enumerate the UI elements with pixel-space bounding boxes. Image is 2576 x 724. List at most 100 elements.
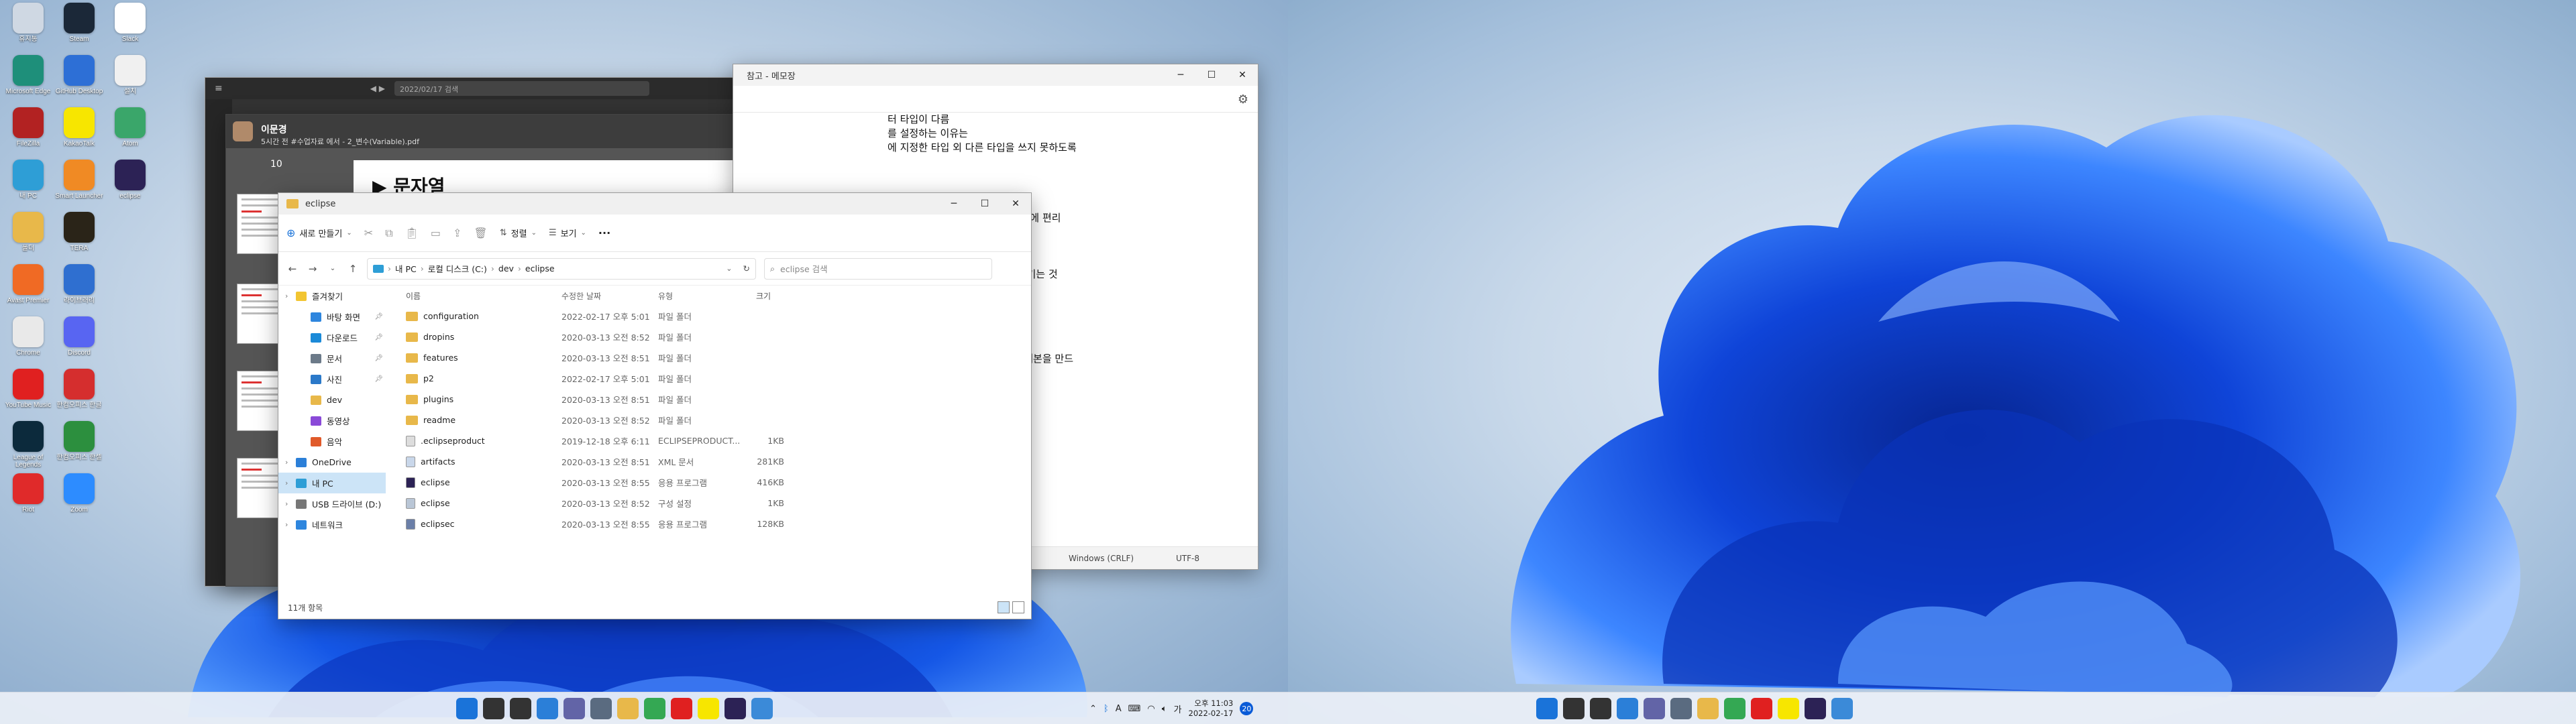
file-explorer-icon[interactable]	[1697, 698, 1719, 719]
forward-arrow-icon[interactable]: →	[307, 263, 319, 275]
maximize-button[interactable]: ☐	[969, 193, 1000, 215]
refresh-icon[interactable]: ↻	[743, 263, 750, 274]
chrome-icon[interactable]	[644, 698, 665, 719]
nav-item[interactable]: dev	[278, 389, 386, 410]
nav-item[interactable]: 사진 📌︎	[278, 369, 386, 389]
nav-item[interactable]: › 내 PC	[278, 473, 386, 493]
nav-item[interactable]: 동영상	[278, 410, 386, 431]
youtube-music-icon[interactable]	[671, 698, 692, 719]
desktop-shortcut[interactable]: Riot	[3, 473, 54, 524]
workspace-search-input[interactable]: 2022/02/17 검색	[394, 81, 650, 96]
file-row[interactable]: plugins 2020-03-13 오전 8:51 파일 폴더	[391, 389, 1031, 410]
search-input[interactable]: ⌕ eclipse 검색	[764, 257, 992, 280]
file-row[interactable]: eclipsec 2020-03-13 오전 8:55 응용 프로그램 128KB	[391, 514, 1031, 534]
nav-item[interactable]: 음악	[278, 431, 386, 452]
desktop-shortcut[interactable]: TERA	[54, 212, 105, 263]
start-icon[interactable]	[456, 698, 478, 719]
desktop-shortcut[interactable]: eclipse	[105, 160, 156, 210]
breadcrumb-item[interactable]: dev	[498, 263, 514, 274]
expand-chevron-icon[interactable]: ›	[285, 499, 290, 508]
column-date[interactable]: 수정한 날짜	[561, 290, 601, 302]
file-row[interactable]: readme 2020-03-13 오전 8:52 파일 폴더	[391, 410, 1031, 430]
file-row[interactable]: artifacts 2020-03-13 오전 8:51 XML 문서 281KB	[391, 451, 1031, 472]
share-icon[interactable]: ⇪	[453, 227, 462, 239]
eclipse-icon[interactable]	[1805, 698, 1826, 719]
settings-icon[interactable]	[1670, 698, 1692, 719]
file-row[interactable]: eclipse 2020-03-13 오전 8:55 응용 프로그램 416KB	[391, 472, 1031, 493]
chrome-icon[interactable]	[1724, 698, 1746, 719]
back-arrow-icon[interactable]: ←	[286, 263, 299, 275]
nav-item[interactable]: 바탕 화면 📌︎	[278, 306, 386, 327]
close-button[interactable]: ✕	[1227, 64, 1258, 86]
desktop-shortcut[interactable]: Slack	[105, 3, 156, 54]
breadcrumb-item[interactable]: eclipse	[525, 263, 555, 274]
desktop-shortcut[interactable]: 한컴오피스 한셀	[54, 421, 105, 472]
explorer-titlebar[interactable]: eclipse ─ ☐ ✕	[278, 193, 1031, 215]
breadcrumb-item[interactable]: 로컬 디스크 (C:)	[428, 262, 487, 275]
eclipse-icon[interactable]	[724, 698, 746, 719]
recent-chevron-icon[interactable]: ⌄	[327, 265, 339, 272]
desktop-shortcut[interactable]: Steam	[54, 3, 105, 54]
desktop-shortcut[interactable]: League of Legends	[3, 421, 54, 472]
paste-icon[interactable]: 📋︎	[405, 227, 419, 239]
desktop-shortcut[interactable]: 내 PC	[3, 160, 54, 210]
settings-icon[interactable]	[590, 698, 612, 719]
file-explorer-icon[interactable]	[617, 698, 639, 719]
desktop-shortcut[interactable]: Avast Premier	[3, 264, 54, 315]
search-icon[interactable]	[483, 698, 504, 719]
view-button[interactable]: ☰ 보기 ⌄	[549, 227, 586, 239]
widgets-icon[interactable]	[1617, 698, 1638, 719]
nav-item[interactable]: › OneDrive	[278, 452, 386, 473]
expand-chevron-icon[interactable]: ›	[285, 479, 290, 487]
file-row[interactable]: .eclipseproduct 2019-12-18 오후 6:11 ECLIPSE…	[391, 430, 1031, 451]
sort-button[interactable]: ⇅ 정렬 ⌄	[500, 227, 537, 239]
more-options-button[interactable]: ···	[598, 227, 610, 239]
notepad-icon[interactable]	[751, 698, 773, 719]
copy-icon[interactable]: ⧉	[385, 227, 392, 240]
settings-gear-icon[interactable]: ⚙	[1238, 93, 1248, 107]
maximize-button[interactable]: ☐	[1196, 64, 1227, 86]
desktop-shortcut[interactable]: GitHub Desktop	[54, 55, 105, 106]
file-row[interactable]: configuration 2022-02-17 오후 5:01 파일 폴더	[391, 306, 1031, 326]
rename-icon[interactable]: ▭	[431, 227, 441, 239]
file-explorer-window[interactable]: eclipse ─ ☐ ✕ ⊕ 새로 만들기 ⌄ ✂ ⧉ 📋︎ ▭ ⇪ 🗑︎ ⇅…	[278, 192, 1032, 619]
address-bar[interactable]: › 내 PC › 로컬 디스크 (C:) › dev › eclipse ⌄ ↻	[367, 257, 756, 280]
desktop-shortcut[interactable]: YouTube Music	[3, 369, 54, 420]
expand-chevron-icon[interactable]: ›	[285, 292, 290, 300]
desktop-shortcut[interactable]: Smart Launcher	[54, 160, 105, 210]
chevron-up-icon[interactable]: ⌃	[1089, 704, 1097, 714]
teams-chat-icon[interactable]	[564, 698, 585, 719]
teams-chat-icon[interactable]	[1644, 698, 1665, 719]
minimize-button[interactable]: ─	[1165, 64, 1196, 86]
file-row[interactable]: eclipse 2020-03-13 오전 8:52 구성 설정 1KB	[391, 493, 1031, 514]
cut-icon[interactable]: ✂	[364, 227, 373, 239]
task-view-icon[interactable]	[510, 698, 531, 719]
start-icon[interactable]	[1536, 698, 1558, 719]
nav-item[interactable]: 다운로드 📌︎	[278, 327, 386, 348]
file-row[interactable]: p2 2022-02-17 오후 5:01 파일 폴더	[391, 368, 1031, 389]
breadcrumb-item[interactable]: 내 PC	[395, 262, 417, 275]
sender-name[interactable]: 이문경	[261, 123, 287, 136]
menu-icon[interactable]: ≡	[215, 83, 223, 94]
wifi-icon[interactable]: ◠	[1147, 704, 1155, 714]
ime-label[interactable]: A	[1116, 704, 1122, 714]
column-size[interactable]: 크기	[756, 290, 771, 302]
column-name[interactable]: 이름	[406, 290, 421, 302]
volume-icon[interactable]: 🔈︎	[1162, 704, 1167, 714]
expand-chevron-icon[interactable]: ›	[285, 458, 290, 467]
desktop-shortcut[interactable]: Discord	[54, 316, 105, 367]
tiles-view-icon[interactable]	[1012, 601, 1024, 613]
minimize-button[interactable]: ─	[938, 193, 969, 215]
column-type[interactable]: 유형	[658, 290, 673, 302]
desktop-shortcut[interactable]: Chrome	[3, 316, 54, 367]
desktop-shortcut[interactable]: Microsoft Edge	[3, 55, 54, 106]
close-button[interactable]: ✕	[1000, 193, 1031, 215]
delete-icon[interactable]: 🗑︎	[474, 227, 487, 239]
search-icon[interactable]	[1563, 698, 1585, 719]
notepad-titlebar[interactable]: 참고 - 메모장 ─ ☐ ✕	[733, 64, 1258, 86]
clock[interactable]: 오후 11:03 2022-02-17	[1189, 699, 1234, 719]
nav-item[interactable]: › USB 드라이브 (D:)	[278, 493, 386, 514]
details-view-icon[interactable]	[998, 601, 1010, 613]
file-row[interactable]: features 2020-03-13 오전 8:51 파일 폴더	[391, 347, 1031, 368]
kakaotalk-icon[interactable]	[698, 698, 719, 719]
